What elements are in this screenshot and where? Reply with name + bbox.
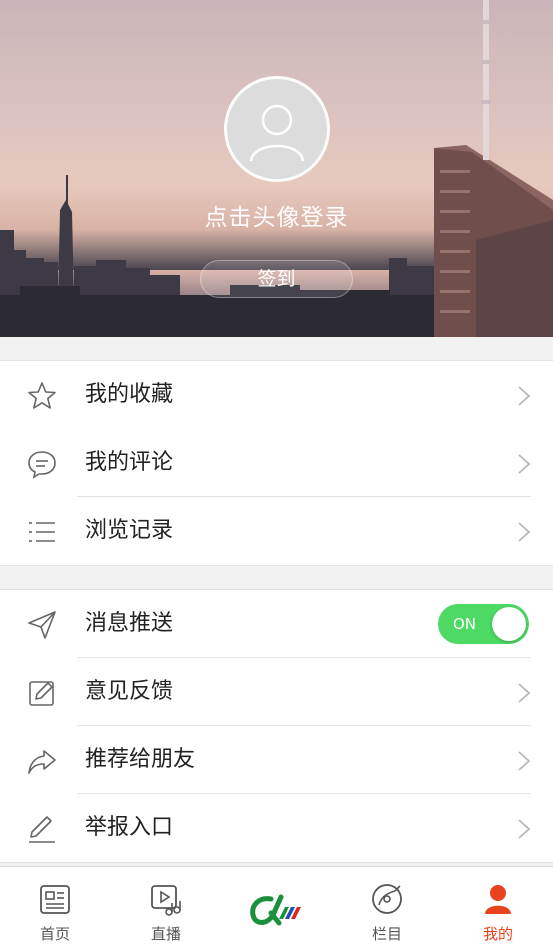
menu-item-history[interactable]: 浏览记录: [0, 497, 553, 565]
tab-home[interactable]: 首页: [0, 867, 110, 952]
chevron-right-icon: [518, 386, 531, 406]
profile-page: 点击头像登录 签到 我的收藏 我的评论 浏览记录 消息推送 ON 意见反馈 推荐…: [0, 0, 553, 952]
toggle-state-label: ON: [453, 615, 477, 633]
tab-label: 首页: [39, 925, 70, 943]
menu-item-feedback[interactable]: 意见反馈: [0, 658, 553, 726]
disc-icon: [372, 884, 402, 914]
menu-group-settings: 消息推送 ON 意见反馈 推荐给朋友 举报入口: [0, 589, 553, 863]
menu-item-label: 意见反馈: [85, 679, 174, 704]
menu-item-label: 推荐给朋友: [85, 747, 196, 772]
login-prompt[interactable]: 点击头像登录: [0, 198, 553, 232]
tab-app-logo[interactable]: [221, 867, 331, 952]
star-icon: [28, 382, 56, 409]
tab-label: 直播: [150, 925, 181, 943]
menu-item-label: 消息推送: [85, 611, 174, 636]
menu-item-favorites[interactable]: 我的收藏: [0, 361, 553, 429]
profile-header: 点击头像登录 签到: [0, 0, 553, 337]
toggle-knob: [492, 607, 526, 641]
signin-button[interactable]: 签到: [200, 260, 353, 298]
chevron-right-icon: [518, 751, 531, 771]
menu-item-label: 举报入口: [85, 815, 174, 840]
default-user-icon: [249, 104, 305, 162]
send-icon: [28, 611, 56, 639]
edit-box-icon: [29, 681, 54, 706]
tab-label: 我的: [482, 925, 513, 943]
chevron-right-icon: [518, 522, 531, 542]
list-icon: [29, 522, 55, 542]
menu-item-comments[interactable]: 我的评论: [0, 429, 553, 497]
tab-live[interactable]: 直播: [111, 867, 221, 952]
menu-group-personal: 我的收藏 我的评论 浏览记录: [0, 360, 553, 566]
menu-item-report[interactable]: 举报入口: [0, 794, 553, 862]
bottom-tab-bar: 首页 直播 栏目 我的: [0, 866, 553, 952]
tab-label: 栏目: [371, 925, 402, 943]
menu-item-recommend[interactable]: 推荐给朋友: [0, 726, 553, 794]
menu-item-label: 浏览记录: [85, 518, 174, 543]
live-video-icon: [151, 885, 181, 916]
pencil-icon: [29, 816, 55, 843]
news-icon: [40, 885, 70, 914]
chevron-right-icon: [518, 454, 531, 474]
menu-item-label: 我的收藏: [85, 382, 174, 407]
app-logo-icon: [250, 894, 301, 926]
user-icon: [485, 885, 511, 914]
avatar[interactable]: [224, 76, 330, 182]
tab-me[interactable]: 我的: [443, 867, 553, 952]
menu-item-label: 我的评论: [85, 450, 174, 475]
share-icon: [28, 750, 56, 774]
menu-item-push: 消息推送 ON: [0, 590, 553, 658]
tab-columns[interactable]: 栏目: [332, 867, 442, 952]
comment-icon: [28, 451, 56, 479]
chevron-right-icon: [518, 683, 531, 703]
push-toggle[interactable]: ON: [438, 604, 529, 644]
chevron-right-icon: [518, 819, 531, 839]
